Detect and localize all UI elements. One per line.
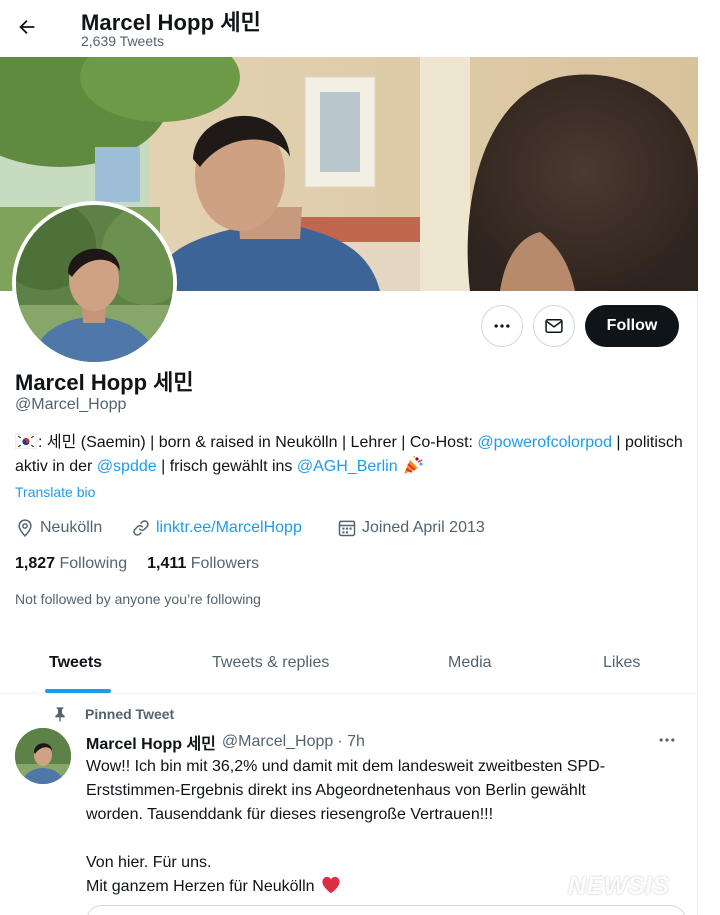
red-heart-icon xyxy=(322,876,340,894)
tab-media[interactable]: Media xyxy=(448,654,492,672)
following-label: Following xyxy=(59,555,128,572)
profile-tabs: Tweets Tweets & replies Media Likes xyxy=(0,630,698,694)
link-icon xyxy=(133,520,149,536)
following-count: 1,827 xyxy=(15,555,56,572)
envelope-icon xyxy=(545,319,563,333)
tab-tweets-replies[interactable]: Tweets & replies xyxy=(212,654,329,672)
back-button[interactable] xyxy=(10,10,44,44)
profile-website[interactable]: linktr.ee/MarcelHopp xyxy=(131,517,302,539)
tweet-card-preview[interactable] xyxy=(86,905,686,915)
active-tab-indicator xyxy=(45,689,111,693)
profile-handle: @Marcel_Hopp xyxy=(15,396,127,413)
pin-icon xyxy=(55,707,65,722)
profile-page: Marcel Hopp 세민 2,639 Tweets Follow Marce… xyxy=(0,0,698,915)
followers-stat[interactable]: 1,411 Followers xyxy=(147,555,259,573)
followers-label: Followers xyxy=(190,555,260,572)
bio-link-powerofcolorpod[interactable]: @powerofcolorpod xyxy=(477,434,612,451)
location-text: Neukölln xyxy=(40,519,103,536)
profile-location: Neukölln xyxy=(15,517,102,539)
tweet-avatar[interactable] xyxy=(15,728,71,784)
following-stat[interactable]: 1,827 Following xyxy=(15,555,127,573)
tweet-more-button[interactable] xyxy=(654,730,680,750)
pinned-tweet-label: Pinned Tweet xyxy=(52,705,174,723)
south-korea-flag-icon xyxy=(15,434,37,449)
translate-bio-link[interactable]: Translate bio xyxy=(15,484,95,500)
tweet-line-3: worden. Tausenddank für dieses riesengro… xyxy=(86,806,494,823)
location-pin-icon xyxy=(18,519,32,537)
tweet-line-1: Wow!! Ich bin mit 36,2% und damit mit de… xyxy=(86,758,606,775)
tweet-header: Marcel Hopp 세민 @Marcel_Hopp · 7h xyxy=(86,730,365,754)
tweet-count: 2,639 Tweets xyxy=(81,33,165,49)
not-followed-note: Not followed by anyone you’re following xyxy=(15,591,261,607)
party-popper-icon xyxy=(404,455,423,474)
followers-count: 1,411 xyxy=(147,555,187,572)
bio-text-1: : 세민 (Saemin) | born & raised in Neuköll… xyxy=(38,434,478,451)
calendar-icon xyxy=(338,520,356,537)
arrow-left-icon xyxy=(19,19,35,35)
more-options-button[interactable] xyxy=(481,305,523,347)
avatar-photo xyxy=(16,205,173,362)
tweet-time[interactable]: · 7h xyxy=(337,733,365,751)
follow-button[interactable]: Follow xyxy=(585,305,679,347)
bio-link-spdde[interactable]: @spdde xyxy=(97,458,157,475)
more-dots-icon xyxy=(494,324,510,328)
tweet-line-2: Erststimmen-Ergebnis direkt ins Abgeordn… xyxy=(86,782,586,799)
follow-stats: 1,827 Following 1,411 Followers xyxy=(15,555,279,573)
profile-join-date: Joined April 2013 xyxy=(337,517,485,539)
tab-likes[interactable]: Likes xyxy=(603,654,640,672)
message-button[interactable] xyxy=(533,305,575,347)
tweet-line-5-text: Mit ganzem Herzen für Neukölln xyxy=(86,878,315,895)
tweet-author-name[interactable]: Marcel Hopp 세민 xyxy=(86,730,216,754)
profile-avatar[interactable] xyxy=(12,201,177,366)
tab-tweets[interactable]: Tweets xyxy=(49,654,102,672)
bio-link-agh-berlin[interactable]: @AGH_Berlin xyxy=(297,458,398,475)
top-bar: Marcel Hopp 세민 2,639 Tweets xyxy=(0,0,698,57)
pinned-text: Pinned Tweet xyxy=(85,706,175,722)
profile-bio: : 세민 (Saemin) | born & raised in Neuköll… xyxy=(15,431,685,479)
join-date-text: Joined April 2013 xyxy=(362,519,485,536)
bio-text-3: | frisch gewählt ins xyxy=(156,458,297,475)
more-dots-icon xyxy=(659,738,675,742)
tweet-avatar-photo xyxy=(15,728,71,784)
website-link[interactable]: linktr.ee/MarcelHopp xyxy=(156,519,302,537)
tweet-author-handle[interactable]: @Marcel_Hopp xyxy=(222,733,333,751)
profile-name: Marcel Hopp 세민 xyxy=(15,370,194,395)
newsis-watermark: NEWSIS xyxy=(568,872,670,900)
